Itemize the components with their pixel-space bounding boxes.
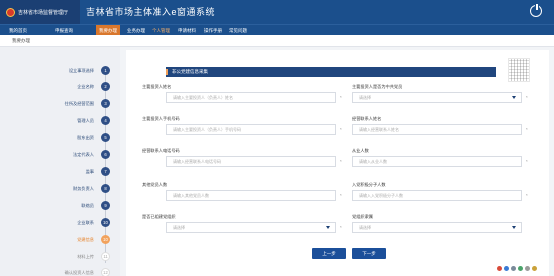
chevron-down-icon [326,226,330,229]
step-item[interactable]: 财务负责人 8 [0,182,120,196]
section-header: 非公党建信息采集 [166,67,496,77]
field-label: 其他党员人数 [142,182,168,187]
required-mark: * [340,193,342,198]
main-nav: 我的首页 申报查询 我要办理 业务办理 个人管理 申请材料 操作手册 常见问题 [0,24,554,36]
step-label: 企业联系 [77,220,94,225]
step-item[interactable]: 企业联系 10 [0,216,120,230]
step-label: 确认投资人信息 [64,270,94,275]
logo: 吉林省市场监督管理厅 [0,0,80,24]
prev-step-button[interactable]: 上一步 [312,248,346,259]
field-label: 党组织隶属 [352,214,373,219]
system-tray [497,266,537,274]
step-item[interactable]: 联络员 9 [0,199,120,213]
step-number: 11 [101,252,110,261]
required-mark: * [526,193,528,198]
contact-phone-input[interactable]: 请输入经营联系人电话号码 [166,156,336,167]
step-item-current[interactable]: 党建信息 10 [0,233,120,247]
field-label: 入党积极分子人数 [352,182,386,187]
qr-code-image [508,58,530,82]
select-value: 请选择 [173,225,185,230]
investor-name-input[interactable]: 请输入主要投资人（负责人）姓名 [166,92,336,103]
field-label: 是否已组建党组织 [142,214,176,219]
breadcrumb-text: 我要办理 [12,38,30,43]
field-label: 主要投资人手机号码 [142,116,180,121]
ime-icon[interactable] [497,266,502,271]
required-mark: * [340,225,342,230]
step-label: 企业名称 [77,84,94,89]
settings-icon[interactable] [525,266,530,271]
step-item[interactable]: 监事 7 [0,165,120,179]
field-label: 经营联系人姓名 [352,116,382,121]
step-label: 党建信息 [77,237,94,242]
emblem-icon [6,7,15,17]
step-label: 住所及经营范围 [64,101,94,106]
step-label: 法定代表人 [73,152,94,157]
step-number: 3 [101,99,110,108]
step-number: 10 [101,218,110,227]
power-icon[interactable] [530,4,542,17]
step-item[interactable]: 管理人员 4 [0,114,120,128]
required-mark: * [526,95,528,100]
required-mark: * [340,159,342,164]
step-number: 7 [101,167,110,176]
employee-count-input[interactable]: 请输入从业人数 [352,156,522,167]
field-label: 经营联系人电话号码 [142,148,180,153]
required-mark: * [340,95,342,100]
party-affiliation-select[interactable]: 请选择 [352,222,522,233]
step-number: 10 [101,235,110,244]
step-label: 财务负责人 [73,186,94,191]
step-sidebar: 设立事项选择 1 企业名称 2 住所及经营范围 3 管理人员 4 股东出资 5 … [0,47,120,276]
step-label: 股东出资 [77,135,94,140]
step-number: 6 [101,150,110,159]
select-value: 请选择 [359,95,371,100]
required-mark: * [526,159,528,164]
step-number: 9 [101,201,110,210]
step-number: 1 [101,66,110,75]
logo-text: 吉林省市场监督管理厅 [18,9,69,16]
next-step-button[interactable]: 下一步 [352,248,386,259]
step-item[interactable]: 设立事项选择 1 [0,64,120,78]
activist-count-input[interactable]: 请输入入党积极分子人数 [352,190,522,201]
form-panel: 非公党建信息采集 主要投资人姓名 请输入主要投资人（负责人）姓名 * 主要投资人… [126,50,549,276]
chevron-down-icon [512,96,516,99]
required-mark: * [340,127,342,132]
step-label: 管理人员 [77,118,94,123]
step-number: 5 [101,133,110,142]
breadcrumb: 我要办理 [0,35,554,47]
step-item[interactable]: 企业名称 2 [0,80,120,94]
party-member-select[interactable]: 请选择 [352,92,522,103]
lang-icon[interactable] [504,266,509,271]
step-item[interactable]: 材料上传 11 [0,250,120,264]
step-label: 联络员 [81,203,94,208]
step-item[interactable]: 法定代表人 6 [0,148,120,162]
step-number: 2 [101,82,110,91]
keyboard-icon[interactable] [518,266,523,271]
contact-name-input[interactable]: 请输入经营联系人姓名 [352,124,522,135]
step-item[interactable]: 股东出资 5 [0,131,120,145]
field-label: 主要投资人是否为中共党员 [352,84,403,89]
required-mark: * [526,127,528,132]
chevron-down-icon [512,226,516,229]
party-org-select[interactable]: 请选择 [166,222,336,233]
step-number: 4 [101,116,110,125]
party-member-count-input[interactable]: 请输入其他党员人数 [166,190,336,201]
step-item[interactable]: 住所及经营范围 3 [0,97,120,111]
mic-icon[interactable] [511,266,516,271]
step-number: 12 [101,268,110,276]
step-label: 设立事项选择 [68,68,94,73]
step-item[interactable]: 确认投资人信息 12 [0,266,120,276]
system-title: 吉林省市场主体准入e窗通系统 [86,7,216,17]
select-value: 请选择 [359,225,371,230]
field-label: 从业人数 [352,148,369,153]
field-label: 主要投资人姓名 [142,84,172,89]
app-header: 吉林省市场监督管理厅 吉林省市场主体准入e窗通系统 [0,0,554,24]
step-number: 8 [101,184,110,193]
investor-phone-input[interactable]: 请输入主要投资人（负责人）手机号码 [166,124,336,135]
skin-icon[interactable] [532,266,537,271]
section-title: 非公党建信息采集 [172,69,208,74]
step-label: 监事 [85,169,94,174]
step-label: 材料上传 [77,254,94,259]
